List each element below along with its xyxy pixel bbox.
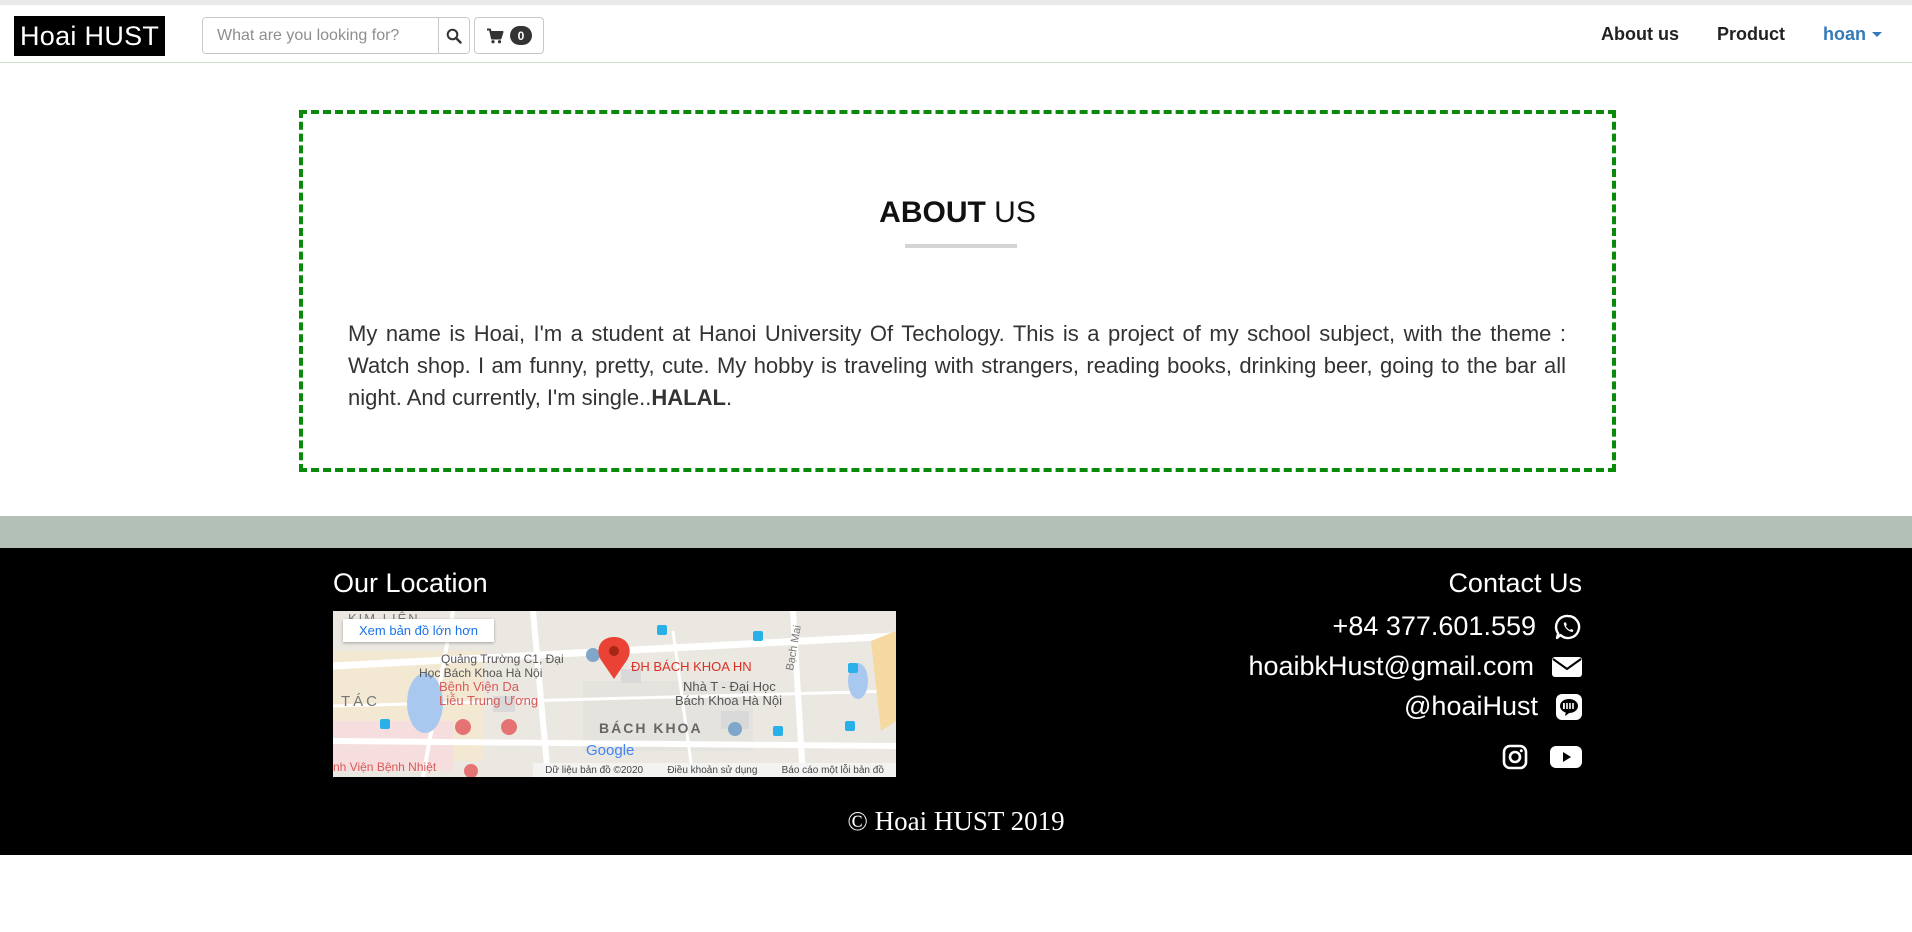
- embedded-map[interactable]: KIM LIÊN Quảng Trường C1, Đại Học Bách K…: [333, 611, 896, 777]
- about-text-end: .: [725, 385, 733, 410]
- map-report-link[interactable]: Báo cáo một lỗi bản đồ: [782, 765, 884, 776]
- map-label-nha-t-2: Bách Khoa Hà Nội: [675, 693, 782, 708]
- title-divider: [905, 244, 1017, 248]
- cart-button[interactable]: 0: [474, 17, 544, 54]
- map-data-credit: Dữ liệu bản đồ ©2020: [545, 764, 644, 776]
- footer-divider-band: [0, 516, 1912, 548]
- contact-title: Contact Us: [1448, 568, 1582, 598]
- view-larger-map-link[interactable]: Xem bản đồ lớn hơn: [343, 619, 494, 642]
- email-address: hoaibkHust@gmail.com: [1248, 651, 1534, 681]
- about-text: My name is Hoai, I'm a student at Hanoi …: [348, 321, 1566, 410]
- search-icon: [446, 28, 462, 44]
- map-label-tac: TÁC: [341, 693, 380, 710]
- nav-about-us[interactable]: About us: [1601, 24, 1679, 45]
- map-label-hospital-2: Liễu Trung Ương: [439, 693, 538, 708]
- envelope-icon: [1552, 656, 1582, 677]
- map-label-square-2: Học Bách Khoa Hà Nội: [419, 666, 542, 680]
- nav-product[interactable]: Product: [1717, 24, 1785, 45]
- copyright: © Hoai HUST 2019: [847, 806, 1065, 836]
- map-label-square: Quảng Trường C1, Đại: [441, 652, 564, 666]
- whatsapp-icon: [1554, 614, 1581, 639]
- phone-number: +84 377.601.559: [1332, 611, 1536, 641]
- about-title-bold: ABOUT: [879, 196, 986, 229]
- contact-line[interactable]: @hoaiHust: [1404, 691, 1582, 722]
- instagram-icon[interactable]: [1502, 744, 1528, 770]
- about-section: ABOUT US My name is Hoai, I'm a student …: [299, 110, 1616, 472]
- map-label-district: BÁCH KHOA: [599, 720, 703, 736]
- map-label-hospital: Bệnh Viện Da: [439, 679, 520, 694]
- search-button[interactable]: [438, 18, 469, 53]
- nav-links: About us Product hoan: [1601, 5, 1912, 63]
- contact-phone[interactable]: +84 377.601.559: [1333, 611, 1582, 642]
- user-name: hoan: [1823, 23, 1866, 44]
- about-paragraph: My name is Hoai, I'm a student at Hanoi …: [348, 318, 1566, 414]
- line-handle: @hoaiHust: [1404, 691, 1538, 721]
- about-title-rest: US: [985, 196, 1036, 229]
- brand-logo[interactable]: Hoai HUST: [14, 16, 166, 56]
- contact-email[interactable]: hoaibkHust@gmail.com: [1248, 651, 1582, 682]
- map-terms-link[interactable]: Điều khoản sử dụng: [667, 765, 757, 776]
- search-form: [202, 17, 470, 54]
- about-title: ABOUT US: [303, 196, 1612, 230]
- map-attribution: Dữ liệu bản đồ ©2020 Điều khoản sử dụng …: [533, 763, 896, 777]
- footer: Our Location Quảng Trường C1, Đại Học Bá…: [0, 548, 1912, 855]
- location-title: Our Location: [333, 568, 488, 598]
- social-links: [1502, 744, 1582, 770]
- map-label-place: ĐH BÁCH KHOA HN: [631, 659, 752, 674]
- cart-icon: [487, 28, 504, 43]
- line-icon: [1556, 693, 1582, 720]
- map-label-nha-t: Nhà T - Đại Học: [683, 679, 776, 694]
- about-text-bold: HALAL: [651, 385, 726, 410]
- youtube-icon[interactable]: [1550, 745, 1582, 769]
- map-label-benh-nhiet: nh Viện Bệnh Nhiệt: [333, 760, 437, 774]
- google-logo: Google: [586, 742, 634, 759]
- cart-count-badge: 0: [510, 26, 532, 45]
- chevron-down-icon: [1872, 31, 1882, 37]
- user-menu[interactable]: hoan: [1823, 24, 1882, 45]
- search-input[interactable]: [203, 18, 438, 53]
